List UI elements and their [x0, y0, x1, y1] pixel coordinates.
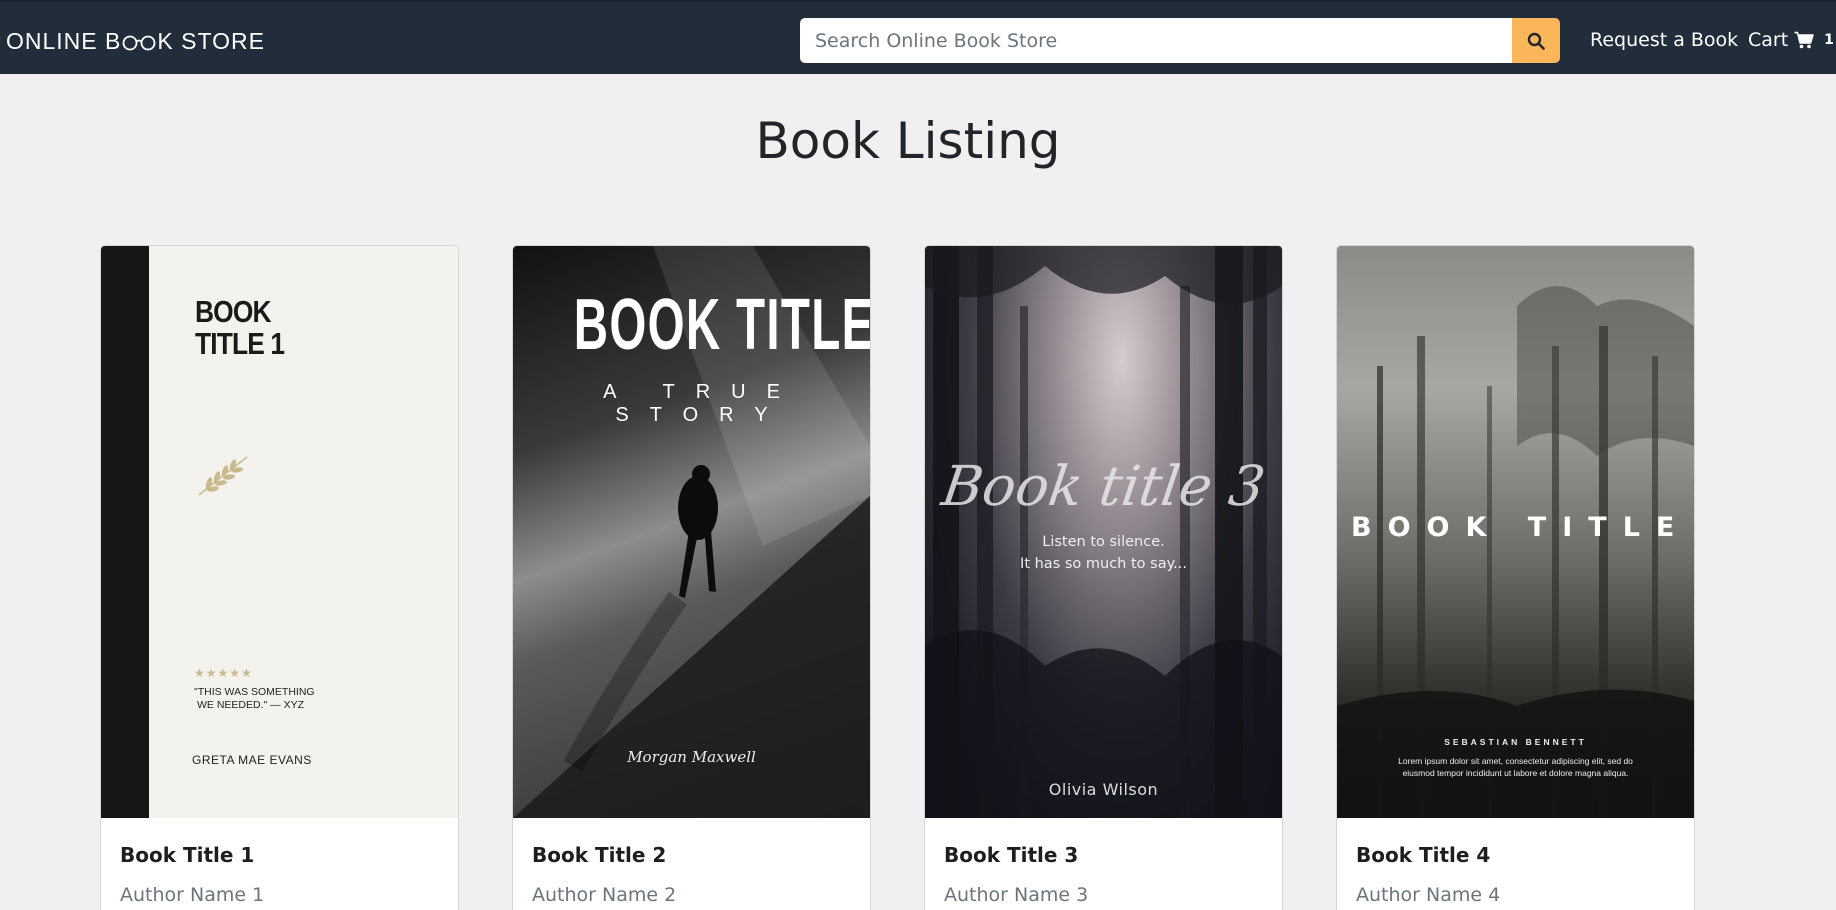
leaf-icon	[198, 456, 248, 496]
cart-label: Cart	[1748, 29, 1789, 51]
brand-text-start: ONLINE B	[6, 28, 122, 54]
cover-subtitle-line: Listen to silence.	[1042, 534, 1165, 550]
request-book-link[interactable]: Request a Book	[1590, 29, 1738, 51]
cover-subtitle: A TRUE STORY	[603, 381, 801, 426]
book-author: Author Name 1	[120, 884, 265, 906]
book-author: Author Name 3	[944, 884, 1089, 906]
book-title[interactable]: Book Title 4	[1356, 843, 1490, 867]
search-icon	[1527, 32, 1545, 50]
search-input[interactable]	[800, 18, 1512, 63]
cover-title-line: BOOK	[195, 294, 271, 329]
book-card[interactable]: BOOK TITLE 2 A TRUE STORY Morgan Maxwell…	[512, 245, 871, 910]
rating-stars: ★★★★★	[194, 666, 253, 680]
cover-title: BOOK TITLE 1	[195, 294, 285, 361]
cover-title-line: TITLE 1	[195, 326, 285, 361]
book-cover-image[interactable]: BOOK TITLE 2 A TRUE STORY Morgan Maxwell	[513, 246, 870, 818]
book-title[interactable]: Book Title 1	[120, 843, 254, 867]
book-card[interactable]: BOOK TITLE 4 SEBASTIAN BENNETT Lorem ips…	[1336, 245, 1695, 910]
book-card[interactable]: BOOK TITLE 1 ★★★★★ "THIS WAS SOMETHING W…	[100, 245, 459, 910]
brand-logo[interactable]: ONLINE B K STORE	[6, 28, 265, 55]
cart-count-badge: 1	[1824, 32, 1834, 48]
shopping-cart-icon	[1794, 31, 1814, 49]
cover-author: Morgan Maxwell	[627, 748, 756, 766]
cover-quote-line: "THIS WAS SOMETHING	[194, 686, 315, 698]
cover-author: SEBASTIAN BENNETT	[1444, 737, 1587, 747]
cover-spine	[101, 246, 149, 818]
page-title: Book Listing	[755, 112, 1061, 170]
cover-blurb: Lorem ipsum dolor sit amet, consectetur …	[1398, 756, 1633, 778]
cover-subtitle: Listen to silence. It has so much to say…	[925, 531, 1282, 575]
search-button[interactable]	[1512, 18, 1560, 63]
cover-quote: "THIS WAS SOMETHING WE NEEDED." — XYZ	[194, 686, 315, 712]
book-cover-image[interactable]: BOOK TITLE 1 ★★★★★ "THIS WAS SOMETHING W…	[101, 246, 458, 818]
book-card[interactable]: Book title 3 Listen to silence. It has s…	[924, 245, 1283, 910]
book-cover-image[interactable]: BOOK TITLE 4 SEBASTIAN BENNETT Lorem ips…	[1337, 246, 1694, 818]
cover-title: BOOK TITLE 4	[1351, 512, 1694, 543]
cover-author: Olivia Wilson	[1048, 780, 1159, 799]
cart-link[interactable]: Cart 1	[1748, 29, 1834, 51]
glasses-icon	[122, 35, 156, 50]
search-bar	[800, 18, 1560, 63]
book-author: Author Name 4	[1356, 884, 1501, 906]
cover-title: BOOK TITLE 2	[573, 285, 870, 365]
book-title[interactable]: Book Title 3	[944, 843, 1078, 867]
book-author: Author Name 2	[532, 884, 677, 906]
cover-title: Book title 3	[938, 454, 1269, 518]
book-cover-image[interactable]: Book title 3 Listen to silence. It has s…	[925, 246, 1282, 818]
cover-subtitle-line: It has so much to say...	[1020, 556, 1187, 572]
book-title[interactable]: Book Title 2	[532, 843, 666, 867]
brand-text-end: K STORE	[157, 28, 265, 54]
top-navbar: ONLINE B K STORE Request a Book Cart 1	[0, 0, 1836, 74]
cover-author: GRETA MAE EVANS	[192, 753, 312, 767]
cover-quote-line: WE NEEDED." — XYZ	[197, 699, 304, 711]
